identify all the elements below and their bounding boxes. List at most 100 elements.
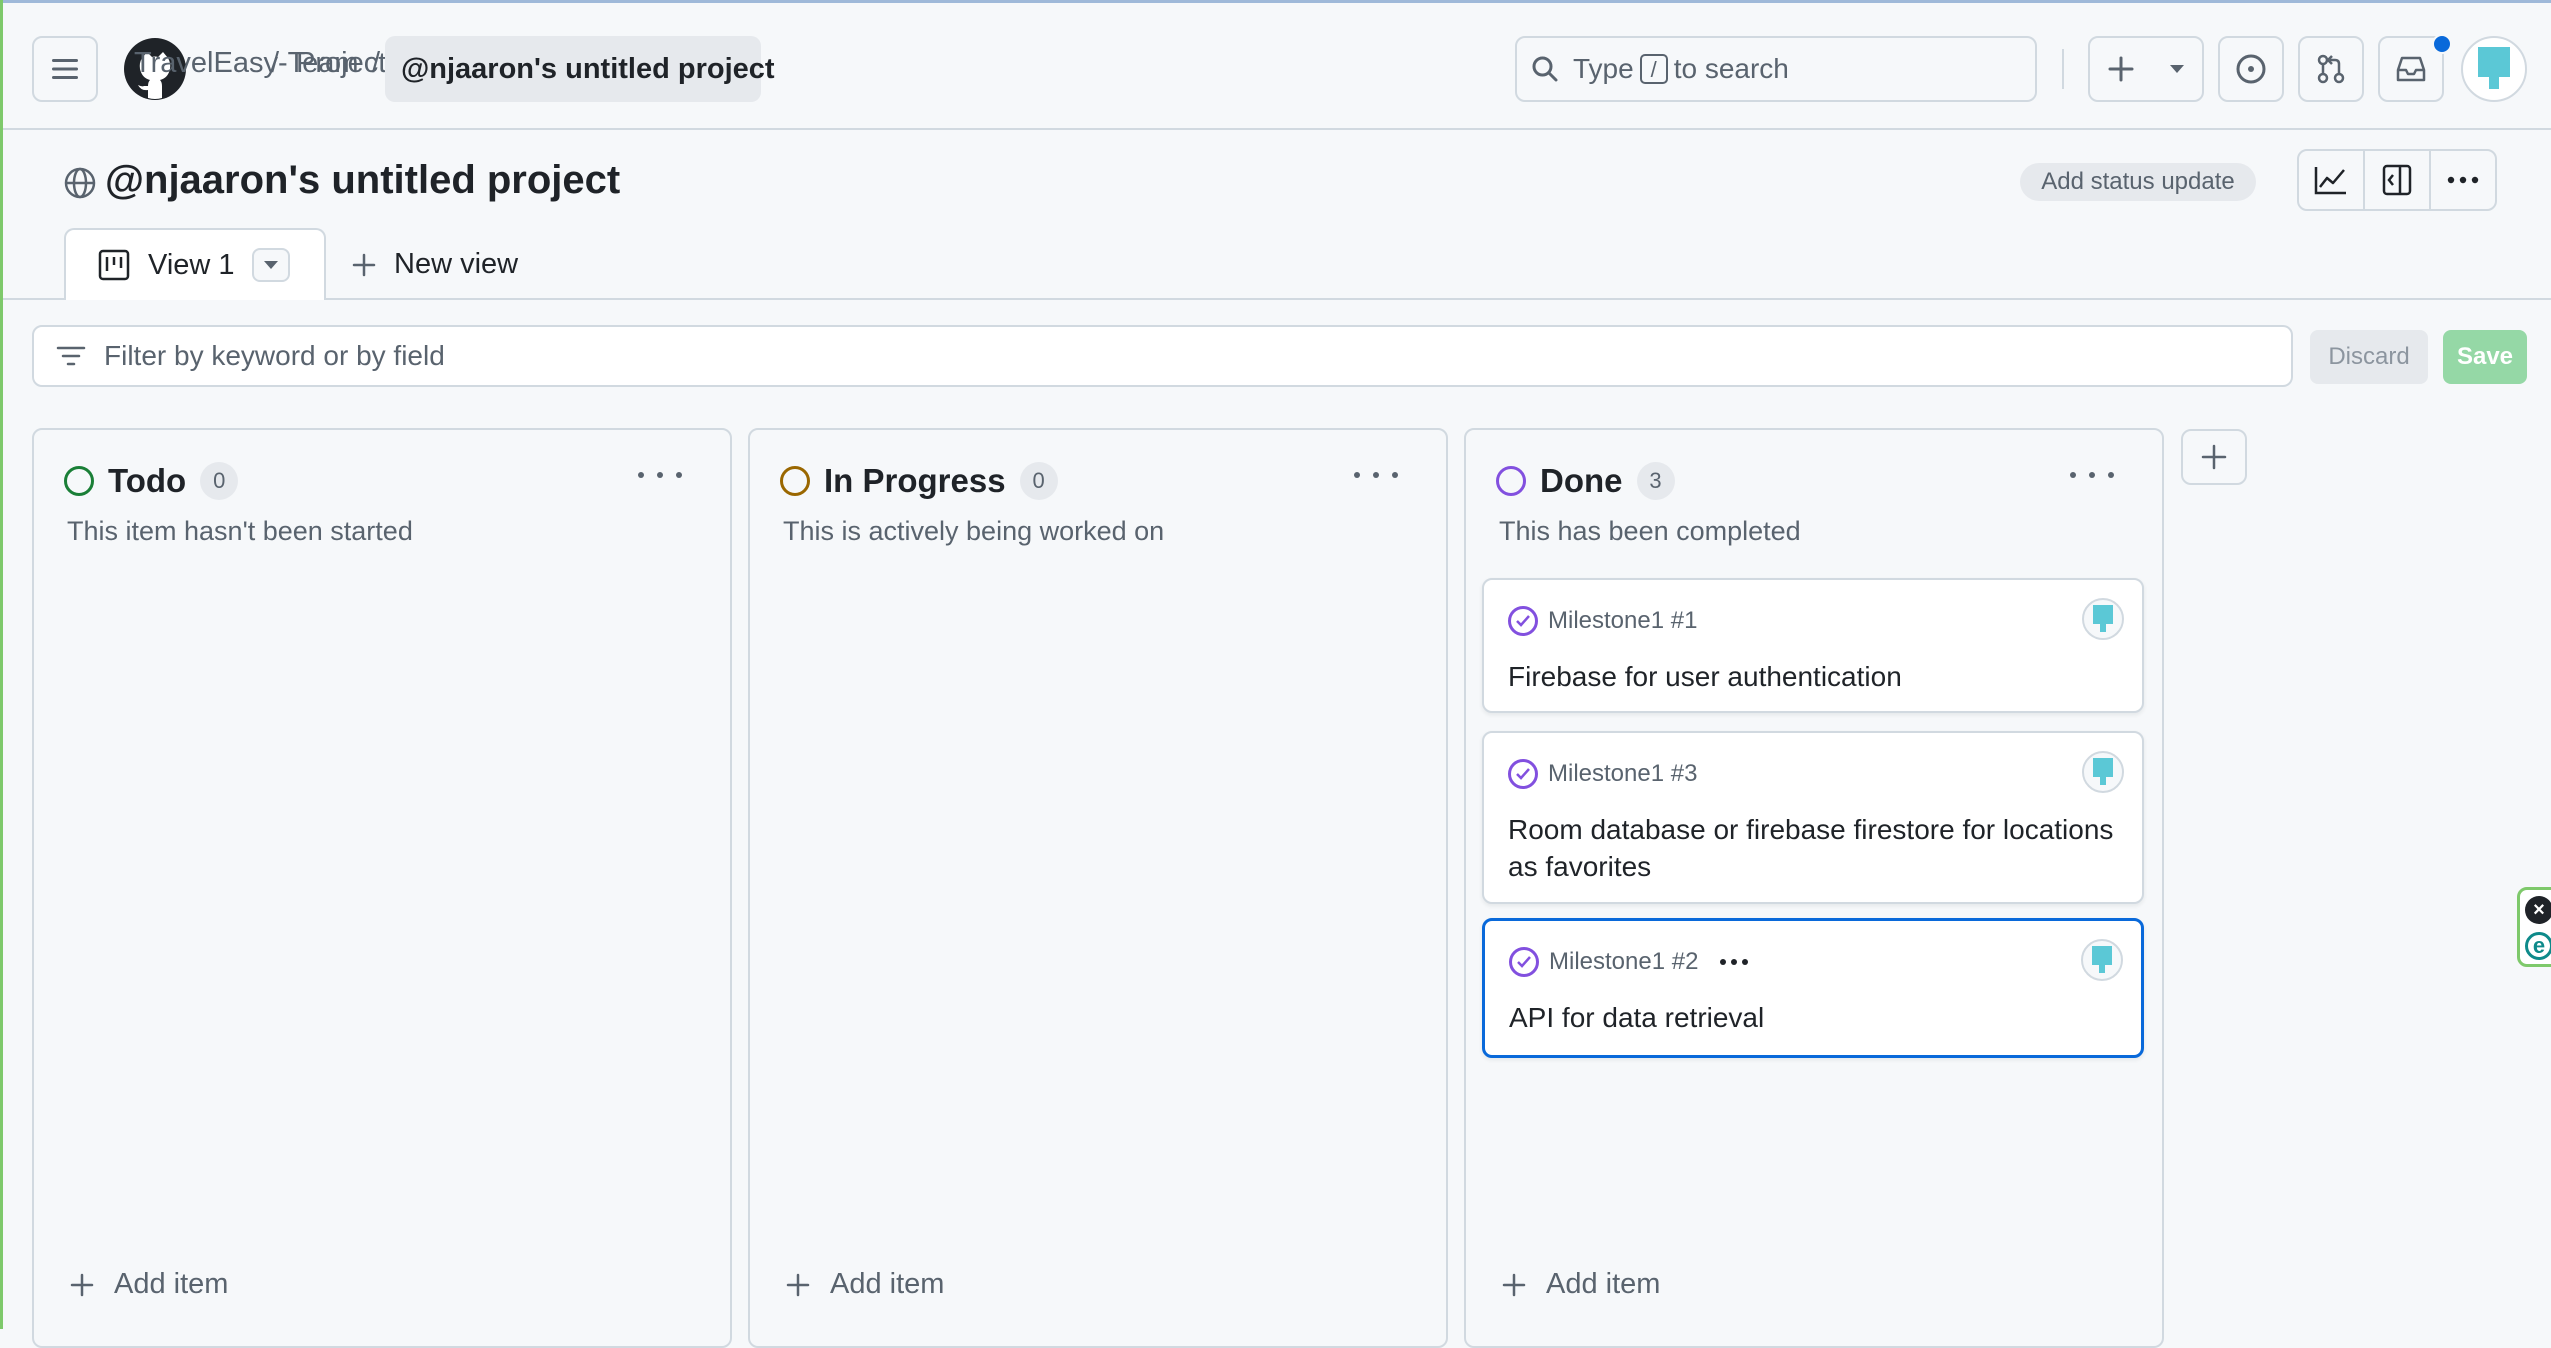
status-circle-icon [64, 466, 94, 496]
new-view-button[interactable]: New view [352, 248, 518, 281]
git-pull-request-icon [2317, 54, 2345, 84]
card-more-options-button[interactable] [1720, 959, 1749, 965]
kebab-horizontal-icon [2447, 176, 2479, 184]
card-reference-text: Milestone1 #2 [1549, 948, 1699, 975]
add-item-label: Add item [114, 1268, 229, 1300]
extension-logo-icon[interactable]: e [2525, 932, 2551, 960]
add-item-label: Add item [1546, 1268, 1661, 1300]
breadcrumb-current-project[interactable]: @njaaron's untitled project [385, 36, 775, 102]
view-options-dropdown-button[interactable] [252, 248, 290, 282]
search-shortcut-key: / [1639, 54, 1668, 84]
plus-icon [786, 1273, 810, 1296]
board-card[interactable]: Milestone1 #3 Room database or firebase … [1482, 731, 2144, 904]
add-item-button[interactable]: Add item [786, 1268, 944, 1301]
unread-notification-dot [2432, 34, 2452, 54]
globe-icon [64, 167, 96, 199]
add-item-label: Add item [830, 1268, 945, 1300]
sidebar-icon [2382, 164, 2412, 196]
card-title[interactable]: API for data retrieval [1509, 999, 2129, 1036]
column-title: Done [1540, 462, 1623, 499]
avatar-image-icon [2093, 758, 2113, 785]
new-view-label: New view [394, 248, 519, 280]
triangle-down-icon [2169, 65, 2184, 73]
plus-icon [1502, 1273, 1526, 1296]
search-suffix-text: to search [1673, 53, 1789, 84]
add-column-button[interactable] [2181, 429, 2247, 485]
filter-input[interactable]: Filter by keyword or by field [32, 325, 2293, 387]
plus-icon [2108, 56, 2133, 82]
search-icon [1532, 56, 1558, 82]
board-column-done: Done 3 This has been completed Milestone… [1464, 428, 2164, 1348]
insights-button[interactable] [2299, 151, 2363, 209]
close-icon[interactable]: × [2525, 896, 2551, 924]
avatar-image-icon [2092, 946, 2112, 973]
issue-opened-icon [2236, 54, 2266, 84]
status-circle-icon [1496, 466, 1526, 496]
assignee-avatar[interactable] [2082, 598, 2124, 640]
column-item-count: 0 [1019, 462, 1058, 500]
graph-icon [2314, 167, 2346, 195]
column-header: In Progress 0 [780, 462, 1058, 500]
column-more-options-button[interactable] [638, 460, 682, 490]
search-prefix-text: Type [1573, 53, 1634, 84]
board-column-todo: Todo 0 This item hasn't been started Add… [32, 428, 732, 1348]
global-header: TravelEasy-Team / Projects / @njaaron's … [3, 3, 2551, 130]
open-global-navigation-button[interactable] [32, 36, 98, 102]
project-more-options-button[interactable] [2429, 151, 2495, 209]
column-description: This item hasn't been started [67, 516, 413, 546]
card-title[interactable]: Room database or firebase firestore for … [1508, 811, 2128, 885]
card-reference: Milestone1 #3 [1508, 759, 1697, 789]
your-issues-button[interactable] [2218, 36, 2284, 102]
check-circle-icon [1509, 947, 1539, 977]
triangle-down-icon [264, 261, 278, 269]
avatar-image-icon [2478, 47, 2510, 89]
window-left-edge [0, 0, 3, 1329]
project-actions-group [2297, 149, 2497, 211]
assignee-avatar[interactable] [2082, 751, 2124, 793]
add-status-update-button[interactable]: Add status update [2020, 163, 2256, 201]
assignee-avatar[interactable] [2081, 939, 2123, 981]
hamburger-icon [52, 59, 78, 79]
create-new-button[interactable] [2088, 36, 2204, 102]
column-item-count: 3 [1636, 462, 1675, 500]
save-button[interactable]: Save [2443, 330, 2527, 384]
column-more-options-button[interactable] [2070, 460, 2114, 490]
column-description: This is actively being worked on [783, 516, 1165, 546]
board-card-selected[interactable]: Milestone1 #2 API for data retrieval [1482, 918, 2144, 1058]
plus-icon [70, 1273, 94, 1296]
project-details-button[interactable] [2363, 151, 2429, 209]
card-reference-text: Milestone1 #1 [1548, 607, 1698, 634]
avatar-image-icon [2093, 605, 2113, 632]
discard-button[interactable]: Discard [2310, 330, 2428, 384]
header-divider [2062, 49, 2064, 89]
card-reference-text: Milestone1 #3 [1548, 760, 1698, 787]
check-circle-icon [1508, 606, 1538, 636]
project-title[interactable]: @njaaron's untitled project [105, 158, 620, 203]
project-board-icon [98, 249, 130, 281]
search-input[interactable]: Type / to search [1515, 36, 2037, 102]
column-header: Done 3 [1496, 462, 1675, 500]
tab-view-1-label: View 1 [148, 248, 235, 281]
column-title: Todo [108, 462, 187, 499]
breadcrumb-separator: / [372, 47, 381, 79]
column-title: In Progress [824, 462, 1006, 499]
column-more-options-button[interactable] [1354, 460, 1398, 490]
user-avatar[interactable] [2461, 36, 2527, 102]
plus-icon [2201, 444, 2227, 470]
column-header: Todo 0 [64, 462, 239, 500]
plus-icon [352, 253, 376, 276]
column-item-count: 0 [200, 462, 239, 500]
your-pull-requests-button[interactable] [2298, 36, 2364, 102]
inbox-icon [2396, 56, 2426, 82]
extension-widget[interactable]: × e [2517, 887, 2551, 967]
board-card[interactable]: Milestone1 #1 Firebase for user authenti… [1482, 578, 2144, 713]
filter-icon [56, 346, 86, 366]
add-item-button[interactable]: Add item [1502, 1268, 1660, 1301]
check-circle-icon [1508, 759, 1538, 789]
tabs-divider [3, 298, 2551, 300]
add-item-button[interactable]: Add item [70, 1268, 228, 1301]
card-reference: Milestone1 #2 [1509, 947, 1749, 977]
breadcrumb-separator: / [271, 47, 280, 79]
card-title[interactable]: Firebase for user authentication [1508, 658, 2128, 695]
status-circle-icon [780, 466, 810, 496]
